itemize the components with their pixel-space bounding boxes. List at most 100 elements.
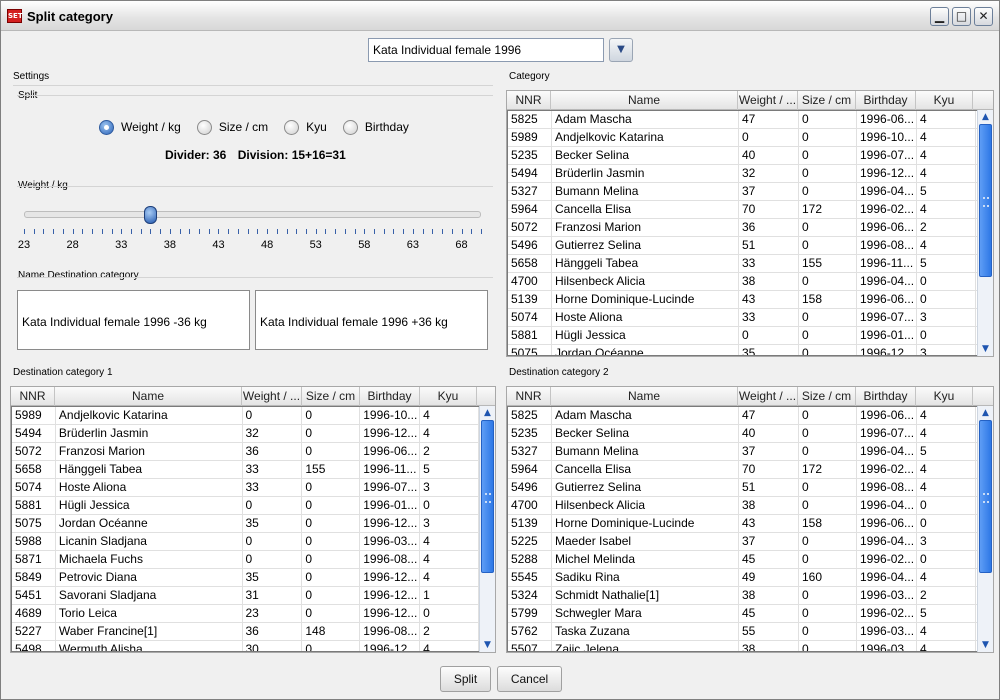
maximize-button[interactable]: □ (952, 7, 971, 26)
table-cell: 5235 (508, 425, 552, 443)
table-row[interactable]: 5235 Becker Selina 40 0 1996-07... 4 (508, 147, 977, 165)
scroll-thumb[interactable] (979, 124, 992, 277)
table-cell: Hügli Jessica (552, 327, 739, 345)
table-row[interactable]: 5881 Hügli Jessica 0 0 1996-01... 0 (12, 497, 479, 515)
table-row[interactable]: 5235 Becker Selina 40 0 1996-07... 4 (508, 425, 977, 443)
table-row[interactable]: 5964 Cancella Elisa 70 172 1996-02... 4 (508, 201, 977, 219)
table-row[interactable]: 5072 Franzosi Marion 36 0 1996-06... 2 (508, 219, 977, 237)
table-row[interactable]: 5496 Gutierrez Selina 51 0 1996-08... 4 (508, 237, 977, 255)
scroll-down-icon[interactable]: ▼ (978, 342, 993, 356)
column-header[interactable]: NNR (11, 387, 55, 406)
column-header[interactable]: Weight / ... (242, 387, 302, 406)
table-row[interactable]: 5327 Bumann Melina 37 0 1996-04... 5 (508, 183, 977, 201)
table-row[interactable]: 5327 Bumann Melina 37 0 1996-04... 5 (508, 443, 977, 461)
table-row[interactable]: 5288 Michel Melinda 45 0 1996-02... 0 (508, 551, 977, 569)
column-header[interactable]: Birthday (856, 387, 916, 406)
table-row[interactable]: 5799 Schwegler Mara 45 0 1996-02... 5 (508, 605, 977, 623)
table-row[interactable]: 5658 Hänggeli Tabea 33 155 1996-11... 5 (508, 255, 977, 273)
scroll-thumb[interactable] (481, 420, 494, 573)
table-row[interactable]: 5074 Hoste Aliona 33 0 1996-07... 3 (508, 309, 977, 327)
table-cell: Schwegler Mara (552, 605, 739, 623)
table-cell: Cancella Elisa (552, 461, 739, 479)
column-header[interactable]: Birthday (360, 387, 420, 406)
split-option-radio[interactable]: Birthday (342, 119, 409, 135)
table-cell: 32 (739, 165, 799, 183)
table-row[interactable]: 5324 Schmidt Nathalie[1] 38 0 1996-03... 2 (508, 587, 977, 605)
split-option-radio[interactable]: Size / cm (196, 119, 268, 135)
table-row[interactable]: 5964 Cancella Elisa 70 172 1996-02... 4 (508, 461, 977, 479)
column-header[interactable]: Kyu (420, 387, 477, 406)
slider-tick-label: 33 (115, 239, 128, 251)
minimize-button[interactable]: ▁ (930, 7, 949, 26)
table-row[interactable]: 5762 Taska Zuzana 55 0 1996-03... 4 (508, 623, 977, 641)
table-row[interactable]: 5496 Gutierrez Selina 51 0 1996-08... 4 (508, 479, 977, 497)
table-row[interactable]: 5989 Andjelkovic Katarina 0 0 1996-10... 4 (12, 407, 479, 425)
title-bar[interactable]: SET Split category ▁ □ ✕ (1, 1, 999, 31)
scroll-thumb[interactable] (979, 420, 992, 573)
cancel-button[interactable]: Cancel (497, 666, 562, 692)
table-row[interactable]: 5227 Waber Francine[1] 36 148 1996-08... 2 (12, 623, 479, 641)
table-cell: Petrovic Diana (56, 569, 243, 587)
table-cell: 51 (739, 479, 799, 497)
table-row[interactable]: 5988 Licanin Sladjana 0 0 1996-03... 4 (12, 533, 479, 551)
table-row[interactable]: 5139 Horne Dominique-Lucinde 43 158 1996-06.… (508, 291, 977, 309)
category-scrollbar[interactable]: ▲ ▼ (977, 110, 993, 356)
destination-name-2-field[interactable]: Kata Individual female 1996 +36 kg (255, 290, 488, 350)
table-row[interactable]: 5075 Jordan Océanne 35 0 1996-12... 3 (12, 515, 479, 533)
weight-slider-track[interactable] (24, 211, 481, 218)
column-header[interactable]: NNR (507, 91, 551, 110)
column-header[interactable]: Size / cm (798, 91, 856, 110)
scroll-up-icon[interactable]: ▲ (978, 406, 993, 420)
split-button[interactable]: Split (440, 666, 491, 692)
column-header[interactable]: Size / cm (798, 387, 856, 406)
table-cell: Michaela Fuchs (56, 551, 243, 569)
column-header[interactable]: Weight / ... (738, 91, 798, 110)
split-option-radio[interactable]: Weight / kg (99, 119, 181, 135)
table-row[interactable]: 5072 Franzosi Marion 36 0 1996-06... 2 (12, 443, 479, 461)
destination-2-scrollbar[interactable]: ▲ ▼ (977, 406, 993, 652)
table-cell: 0 (302, 479, 361, 497)
table-row[interactable]: 5825 Adam Mascha 47 0 1996-06... 4 (508, 407, 977, 425)
column-header[interactable]: NNR (507, 387, 551, 406)
table-cell: 36 (243, 623, 303, 641)
table-row[interactable]: 4689 Torio Leica 23 0 1996-12... 0 (12, 605, 479, 623)
scroll-up-icon[interactable]: ▲ (978, 110, 993, 124)
split-option-radio[interactable]: Kyu (284, 119, 327, 135)
table-row[interactable]: 5658 Hänggeli Tabea 33 155 1996-11... 5 (12, 461, 479, 479)
table-row[interactable]: 4700 Hilsenbeck Alicia 38 0 1996-04... 0 (508, 497, 977, 515)
column-header[interactable]: Name (551, 387, 738, 406)
table-row[interactable]: 5545 Sadiku Rina 49 160 1996-04... 4 (508, 569, 977, 587)
column-header[interactable]: Birthday (856, 91, 916, 110)
table-row[interactable]: 5074 Hoste Aliona 33 0 1996-07... 3 (12, 479, 479, 497)
table-row[interactable]: 5075 Jordan Océanne 35 0 1996-12... 3 (508, 345, 977, 355)
column-header[interactable]: Name (55, 387, 242, 406)
table-row[interactable]: 5494 Brüderlin Jasmin 32 0 1996-12... 4 (508, 165, 977, 183)
column-header[interactable]: Size / cm (302, 387, 360, 406)
scroll-down-icon[interactable]: ▼ (480, 638, 495, 652)
column-header[interactable]: Kyu (916, 91, 973, 110)
column-header[interactable]: Name (551, 91, 738, 110)
weight-slider-thumb[interactable] (144, 206, 158, 224)
category-dropdown-button[interactable]: ▼ (609, 38, 633, 62)
table-row[interactable]: 5498 Wermuth Alisha 30 0 1996-12... 4 (12, 641, 479, 651)
table-row[interactable]: 5871 Michaela Fuchs 0 0 1996-08... 4 (12, 551, 479, 569)
table-row[interactable]: 5881 Hügli Jessica 0 0 1996-01... 0 (508, 327, 977, 345)
table-row[interactable]: 5849 Petrovic Diana 35 0 1996-12... 4 (12, 569, 479, 587)
destination-name-1-field[interactable]: Kata Individual female 1996 -36 kg (17, 290, 250, 350)
column-header[interactable]: Weight / ... (738, 387, 798, 406)
table-row[interactable]: 5225 Maeder Isabel 37 0 1996-04... 3 (508, 533, 977, 551)
table-row[interactable]: 5494 Brüderlin Jasmin 32 0 1996-12... 4 (12, 425, 479, 443)
column-header[interactable]: Kyu (916, 387, 973, 406)
table-row[interactable]: 5451 Savorani Sladjana 31 0 1996-12... 1 (12, 587, 479, 605)
table-row[interactable]: 5825 Adam Mascha 47 0 1996-06... 4 (508, 111, 977, 129)
close-button[interactable]: ✕ (974, 7, 993, 26)
table-row[interactable]: 5139 Horne Dominique-Lucinde 43 158 1996-06.… (508, 515, 977, 533)
scroll-down-icon[interactable]: ▼ (978, 638, 993, 652)
category-select[interactable]: Kata Individual female 1996 (368, 38, 604, 62)
scroll-up-icon[interactable]: ▲ (480, 406, 495, 420)
destination-1-scrollbar[interactable]: ▲ ▼ (479, 406, 495, 652)
slider-tick (325, 229, 327, 234)
table-row[interactable]: 4700 Hilsenbeck Alicia 38 0 1996-04... 0 (508, 273, 977, 291)
table-row[interactable]: 5989 Andjelkovic Katarina 0 0 1996-10... 4 (508, 129, 977, 147)
table-row[interactable]: 5507 Zajic Jelena 38 0 1996-03... 4 (508, 641, 977, 651)
